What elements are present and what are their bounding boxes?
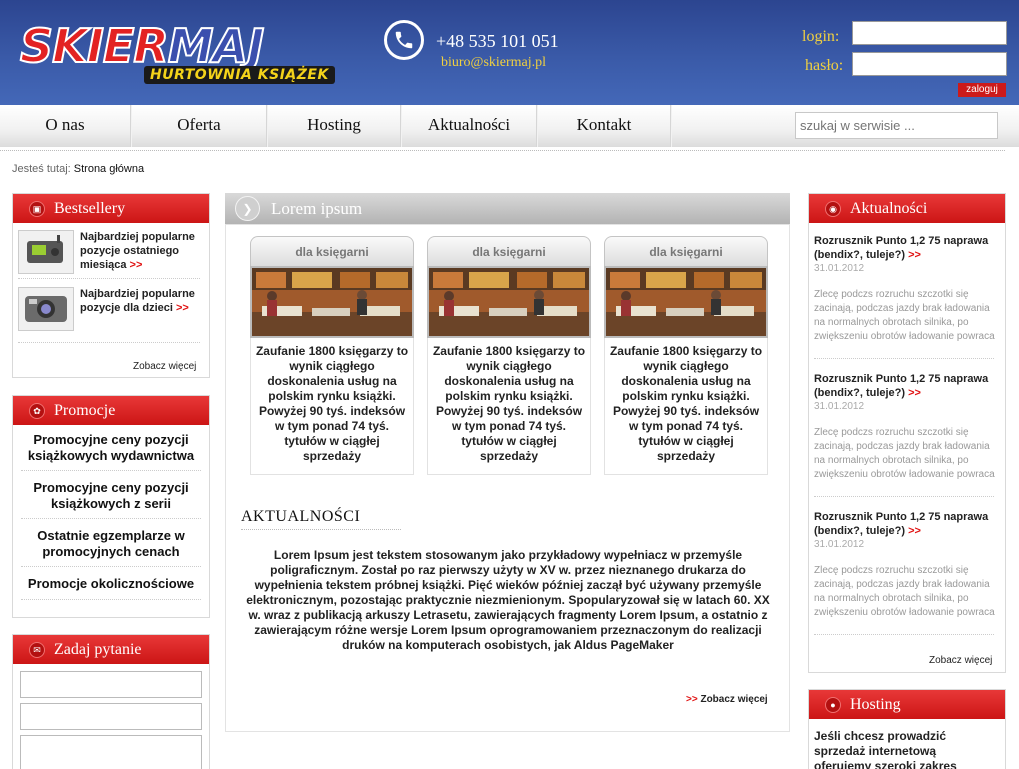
nav-item-oferta[interactable]: Oferta <box>132 105 266 147</box>
password-label: hasło: <box>805 57 844 74</box>
divider <box>814 634 994 635</box>
divider <box>21 599 201 600</box>
search-input[interactable] <box>795 112 998 139</box>
hosting-title: Hosting <box>850 696 901 713</box>
divider <box>814 358 994 359</box>
question-message-input[interactable] <box>20 735 202 769</box>
question-title: Zadaj pytanie <box>54 641 142 658</box>
mail-icon: ✉ <box>29 642 45 658</box>
site-logo[interactable]: SKIERMAJ HURTOWNIA KSIĄŻEK <box>16 19 356 90</box>
news-section-title: AKTUALNOŚCI <box>241 508 361 525</box>
bestseller-text: Najbardziej popularne pozycje ostatniego… <box>80 231 195 271</box>
bookstore-image <box>427 266 591 338</box>
promocje-header: ✿ Promocje <box>13 396 209 425</box>
offer-card[interactable]: dla księgarni Zaufanie 1800 księgarzy to… <box>427 236 591 475</box>
bookstore-image <box>604 266 768 338</box>
divider <box>18 342 200 343</box>
login-button[interactable]: zaloguj <box>958 83 1006 97</box>
news-item-date: 31.01.2012 <box>814 263 865 274</box>
nav-item-hosting[interactable]: Hosting <box>268 105 400 147</box>
site-header: SKIERMAJ HURTOWNIA KSIĄŻEK +48 535 101 0… <box>0 0 1019 105</box>
offer-card[interactable]: dla księgarni Zaufanie 1800 księgarzy to… <box>604 236 768 475</box>
news-item-desc: Zlecę podczs rozruchu szczotki się zacin… <box>814 565 995 618</box>
rss-icon: ◉ <box>825 201 841 217</box>
card-text: Zaufanie 1800 księgarzy to wynik ciągłeg… <box>255 344 409 463</box>
breadcrumb-prefix: Jesteś tutaj: <box>12 163 71 175</box>
question-email-input[interactable] <box>20 703 202 730</box>
card-text: Zaufanie 1800 księgarzy to wynik ciągłeg… <box>432 344 586 463</box>
hosting-header: ● Hosting <box>809 690 1005 719</box>
divider <box>814 496 994 497</box>
card-tab[interactable]: dla księgarni <box>250 236 414 266</box>
promocje-box: ✿ Promocje Promocyjne ceny pozycji książ… <box>12 395 210 618</box>
divider <box>0 150 1005 151</box>
card-tab[interactable]: dla księgarni <box>427 236 591 266</box>
promo-item[interactable]: Ostatnie egzemplarze w promocyjnych cena… <box>23 528 199 560</box>
question-header: ✉ Zadaj pytanie <box>13 635 209 664</box>
news-item-title[interactable]: Rozrusznik Punto 1,2 75 naprawa (bendix?… <box>814 510 999 538</box>
bestsellery-header: ▣ Bestsellery <box>13 194 209 223</box>
divider <box>21 518 201 519</box>
bestsellery-title: Bestsellery <box>54 200 126 217</box>
hosting-text: Jeśli chcesz prowadzić sprzedaż internet… <box>814 729 957 769</box>
bookstore-image <box>250 266 414 338</box>
bestseller-text: Najbardziej popularne pozycje dla dzieci… <box>80 288 195 314</box>
news-item-date: 31.01.2012 <box>814 539 865 550</box>
promo-item[interactable]: Promocje okolicznościowe <box>23 576 199 592</box>
login-label: login: <box>802 28 840 45</box>
product-thumbnail <box>18 287 74 331</box>
promocje-title: Promocje <box>54 402 116 419</box>
news-section-text: Lorem Ipsum jest tekstem stosowanym jako… <box>246 548 770 652</box>
password-input[interactable] <box>852 52 1007 76</box>
card-tab[interactable]: dla księgarni <box>604 236 768 266</box>
news-item-desc: Zlecę podczs rozruchu szczotki się zacin… <box>814 289 995 342</box>
question-box: ✉ Zadaj pytanie <box>12 634 210 769</box>
logo-tagline: HURTOWNIA KSIĄŻEK <box>144 66 335 84</box>
email-link[interactable]: biuro@skiermaj.pl <box>441 55 546 71</box>
center-more-link[interactable]: >> Zobacz więcej <box>686 694 768 705</box>
gear-icon: ✿ <box>29 403 45 419</box>
question-name-input[interactable] <box>20 671 202 698</box>
phone-number: +48 535 101 051 <box>436 31 559 51</box>
login-input[interactable] <box>852 21 1007 45</box>
divider <box>21 470 201 471</box>
breadcrumb: Jesteś tutaj: Strona główna <box>12 163 144 175</box>
aktualnosci-more-link[interactable]: Zobacz więcej <box>929 655 992 666</box>
chat-icon: ● <box>825 697 841 713</box>
news-item-title[interactable]: Rozrusznik Punto 1,2 75 naprawa (bendix?… <box>814 372 999 400</box>
logo-wordmark: SKIERMAJ <box>19 19 265 73</box>
center-title: Lorem ipsum <box>271 199 363 218</box>
bestsellery-box: ▣ Bestsellery Najbardziej popularne pozy… <box>12 193 210 378</box>
bestseller-icon: ▣ <box>29 201 45 217</box>
divider <box>21 566 201 567</box>
promo-item[interactable]: Promocyjne ceny pozycji książkowych wyda… <box>23 432 199 464</box>
aktualnosci-title: Aktualności <box>850 200 928 217</box>
center-header: ❯ Lorem ipsum <box>225 193 790 224</box>
breadcrumb-current[interactable]: Strona główna <box>74 163 144 175</box>
product-thumbnail <box>18 230 74 274</box>
news-item-desc: Zlecę podczs rozruchu szczotki się zacin… <box>814 427 995 480</box>
bestsellery-more-link[interactable]: Zobacz więcej <box>133 361 196 372</box>
divider <box>241 529 401 530</box>
card-text: Zaufanie 1800 księgarzy to wynik ciągłeg… <box>609 344 763 463</box>
divider <box>18 278 200 279</box>
phone-icon <box>384 20 424 60</box>
nav-item-kontakt[interactable]: Kontakt <box>538 105 670 147</box>
nav-divider <box>670 105 672 147</box>
aktualnosci-header: ◉ Aktualności <box>809 194 1005 223</box>
news-item-date: 31.01.2012 <box>814 401 865 412</box>
nav-item-aktualnosci[interactable]: Aktualności <box>402 105 536 147</box>
nav-item-o-nas[interactable]: O nas <box>0 105 130 147</box>
arrow-right-icon: ❯ <box>235 196 260 221</box>
promo-item[interactable]: Promocyjne ceny pozycji książkowych z se… <box>23 480 199 512</box>
news-item-title[interactable]: Rozrusznik Punto 1,2 75 naprawa (bendix?… <box>814 234 999 262</box>
offer-card[interactable]: dla księgarni Zaufanie 1800 księgarzy to… <box>250 236 414 475</box>
